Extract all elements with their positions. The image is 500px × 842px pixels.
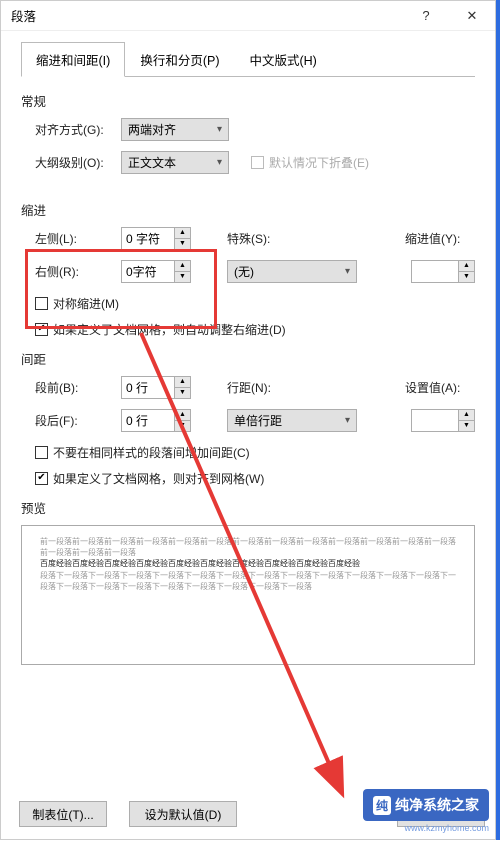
section-preview: 预览 xyxy=(21,498,475,517)
alignment-value: 两端对齐 xyxy=(128,121,176,138)
spin-up-icon[interactable]: ▲ xyxy=(175,377,190,388)
indent-right-label: 右侧(R): xyxy=(35,263,115,280)
spacing-at-label: 设置值(A): xyxy=(405,379,475,396)
chevron-down-icon: ▾ xyxy=(217,157,222,168)
tab-line-page-breaks[interactable]: 换行和分页(P) xyxy=(125,42,234,77)
watermark-url: www.kzmyhome.com xyxy=(404,823,489,833)
preview-sample-text: 百度经验百度经验百度经验百度经验百度经验百度经验百度经验百度经验百度经验百度经验 xyxy=(40,558,456,569)
preview-grey-before: 前一段落前一段落前一段落前一段落前一段落前一段落前一段落前一段落前一段落前一段落… xyxy=(40,536,456,558)
spin-down-icon[interactable]: ▼ xyxy=(175,388,190,398)
special-indent-value: (无) xyxy=(234,263,254,280)
indent-right-spinner[interactable]: ▲▼ xyxy=(121,260,191,283)
spin-up-icon[interactable]: ▲ xyxy=(459,410,474,421)
special-indent-label: 特殊(S): xyxy=(227,230,307,247)
spin-down-icon[interactable]: ▼ xyxy=(175,239,190,249)
set-default-button[interactable]: 设为默认值(D) xyxy=(129,801,237,827)
tab-bar: 缩进和间距(I) 换行和分页(P) 中文版式(H) xyxy=(21,41,475,77)
preview-grey-after: 段落下一段落下一段落下一段落下一段落下一段落下一段落下一段落下一段落下一段落下一… xyxy=(40,570,456,592)
tabs-button[interactable]: 制表位(T)... xyxy=(19,801,107,827)
spin-up-icon[interactable]: ▲ xyxy=(175,228,190,239)
mirror-indent-label: 对称缩进(M) xyxy=(53,295,119,312)
alignment-label: 对齐方式(G): xyxy=(35,121,115,138)
outline-level-value: 正文文本 xyxy=(128,154,176,171)
watermark-logo: 纯 纯净系统之家 xyxy=(363,789,489,821)
spin-down-icon[interactable]: ▼ xyxy=(175,421,190,431)
titlebar: 段落 ? ✕ xyxy=(1,1,495,31)
no-space-same-style-label: 不要在相同样式的段落间增加间距(C) xyxy=(53,444,250,461)
snap-to-grid-checkbox[interactable] xyxy=(35,472,48,485)
screenshot-border xyxy=(496,0,500,840)
collapse-default-label: 默认情况下折叠(E) xyxy=(269,154,369,171)
spacing-at-spinner[interactable]: ▲▼ xyxy=(411,409,475,432)
tab-asian-typography[interactable]: 中文版式(H) xyxy=(234,42,331,77)
spin-down-icon[interactable]: ▼ xyxy=(459,421,474,431)
section-general: 常规 xyxy=(21,91,475,110)
spacing-at-input[interactable] xyxy=(412,410,458,431)
tab-indent-spacing[interactable]: 缩进和间距(I) xyxy=(21,42,125,77)
mirror-indent-checkbox[interactable] xyxy=(35,297,48,310)
indent-by-input[interactable] xyxy=(412,261,458,282)
indent-left-input[interactable] xyxy=(122,228,174,249)
space-before-input[interactable] xyxy=(122,377,174,398)
auto-adjust-right-indent-checkbox[interactable] xyxy=(35,323,48,336)
section-spacing: 间距 xyxy=(21,349,475,368)
no-space-same-style-checkbox[interactable] xyxy=(35,446,48,459)
spin-up-icon[interactable]: ▲ xyxy=(175,261,190,272)
space-after-input[interactable] xyxy=(122,410,174,431)
watermark-text: 纯净系统之家 xyxy=(395,795,479,815)
space-before-label: 段前(B): xyxy=(35,379,115,396)
outline-level-select[interactable]: 正文文本 ▾ xyxy=(121,151,229,174)
line-spacing-value: 单倍行距 xyxy=(234,412,282,429)
snap-to-grid-label: 如果定义了文档网格，则对齐到网格(W) xyxy=(53,470,264,487)
spin-down-icon[interactable]: ▼ xyxy=(175,272,190,282)
dialog-title: 段落 xyxy=(1,6,403,25)
collapse-default-checkbox xyxy=(251,156,264,169)
outline-level-label: 大纲级别(O): xyxy=(35,154,115,171)
spin-up-icon[interactable]: ▲ xyxy=(459,261,474,272)
help-button[interactable]: ? xyxy=(403,1,449,31)
indent-right-input[interactable] xyxy=(122,261,174,282)
spin-down-icon[interactable]: ▼ xyxy=(459,272,474,282)
space-before-spinner[interactable]: ▲▼ xyxy=(121,376,191,399)
alignment-select[interactable]: 两端对齐 ▾ xyxy=(121,118,229,141)
space-after-spinner[interactable]: ▲▼ xyxy=(121,409,191,432)
line-spacing-label: 行距(N): xyxy=(227,379,307,396)
spin-up-icon[interactable]: ▲ xyxy=(175,410,190,421)
preview-box: 前一段落前一段落前一段落前一段落前一段落前一段落前一段落前一段落前一段落前一段落… xyxy=(21,525,475,665)
section-indent: 缩进 xyxy=(21,200,475,219)
indent-by-label: 缩进值(Y): xyxy=(405,230,475,247)
indent-by-spinner[interactable]: ▲▼ xyxy=(411,260,475,283)
chevron-down-icon: ▾ xyxy=(217,124,222,135)
indent-left-spinner[interactable]: ▲▼ xyxy=(121,227,191,250)
line-spacing-select[interactable]: 单倍行距 ▾ xyxy=(227,409,357,432)
chevron-down-icon: ▾ xyxy=(345,415,350,426)
auto-adjust-right-indent-label: 如果定义了文档网格，则自动调整右缩进(D) xyxy=(53,321,286,338)
indent-left-label: 左侧(L): xyxy=(35,230,115,247)
chevron-down-icon: ▾ xyxy=(345,266,350,277)
space-after-label: 段后(F): xyxy=(35,412,115,429)
special-indent-select[interactable]: (无) ▾ xyxy=(227,260,357,283)
close-button[interactable]: ✕ xyxy=(449,1,495,31)
